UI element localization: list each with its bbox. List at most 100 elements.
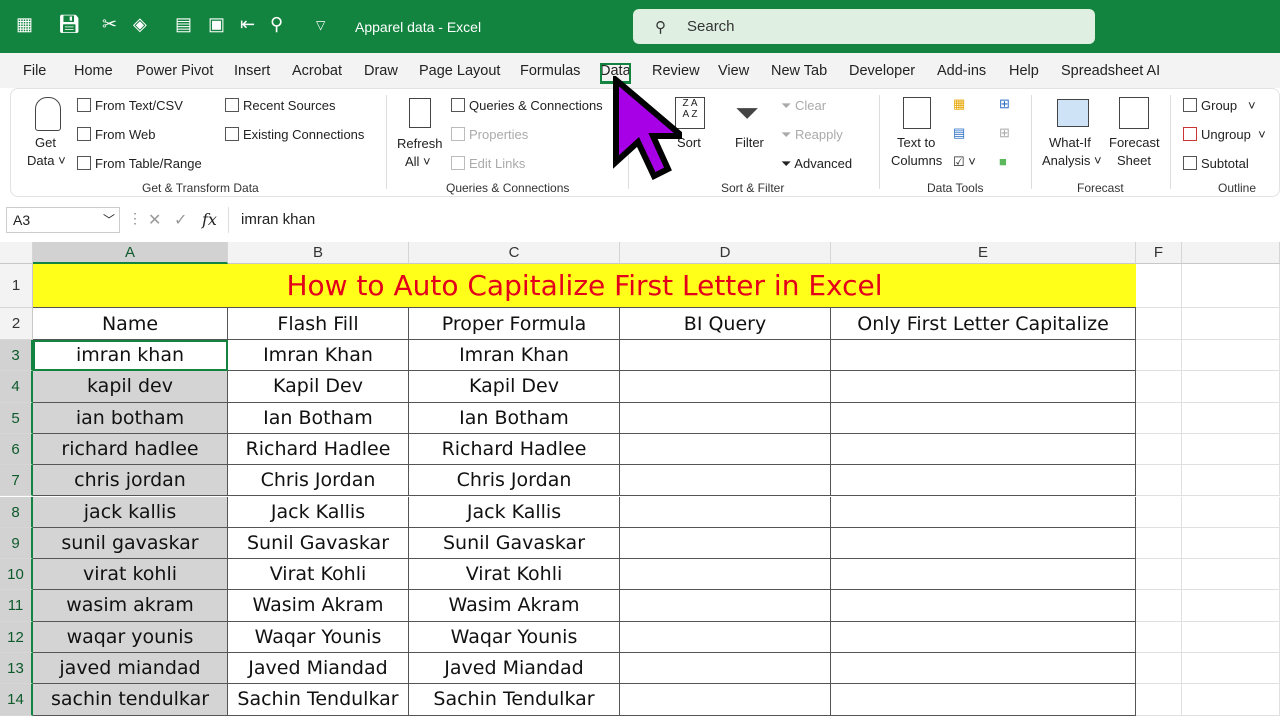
cell[interactable]	[1182, 371, 1280, 403]
data-cell[interactable]: Kapil Dev	[409, 371, 620, 403]
get-data-button[interactable]: Get	[35, 135, 56, 150]
data-cell[interactable]: Sunil Gavaskar	[228, 527, 409, 560]
cell[interactable]	[1182, 340, 1280, 372]
chevron-down-icon[interactable]: ﹀	[103, 211, 115, 228]
data-validation-icon[interactable]: ☑ ˅	[953, 154, 976, 170]
cell[interactable]	[1182, 684, 1280, 716]
name-cell[interactable]: imran khan	[33, 340, 228, 372]
name-cell[interactable]: jack kallis	[33, 496, 228, 528]
find-icon[interactable]: ⚲	[270, 14, 283, 35]
subtotal-button[interactable]: Subtotal	[1183, 156, 1249, 171]
column-header-e[interactable]: E	[831, 242, 1136, 264]
tab-insert[interactable]: Insert	[234, 63, 270, 79]
name-cell[interactable]: chris jordan	[33, 465, 228, 497]
data-cell[interactable]: Wasim Akram	[228, 590, 409, 622]
search-box[interactable]: ⚲ Search	[633, 9, 1095, 44]
cell[interactable]	[1136, 340, 1182, 372]
name-cell[interactable]: richard hadlee	[33, 433, 228, 466]
data-cell[interactable]	[831, 496, 1136, 528]
tab-help[interactable]: Help	[1009, 63, 1039, 79]
cell[interactable]	[1182, 402, 1280, 434]
data-cell[interactable]: Jack Kallis	[228, 496, 409, 528]
header-cell[interactable]: Name	[33, 308, 228, 340]
recent-sources-button[interactable]: Recent Sources	[225, 98, 336, 113]
select-all-corner[interactable]	[0, 242, 33, 264]
row-header-13[interactable]: 13	[0, 653, 33, 685]
header-cell[interactable]: Only First Letter Capitalize	[831, 308, 1136, 340]
row-header-14[interactable]: 14	[0, 684, 33, 716]
edit-links-button[interactable]: Edit Links	[451, 156, 525, 171]
name-cell[interactable]: sachin tendulkar	[33, 684, 228, 716]
cell[interactable]	[1136, 402, 1182, 434]
cell[interactable]	[1182, 465, 1280, 497]
group-button[interactable]: Group ˅	[1183, 98, 1256, 113]
existing-connections-button[interactable]: Existing Connections	[225, 127, 364, 142]
ungroup-button[interactable]: Ungroup ˅	[1183, 127, 1266, 142]
cell[interactable]	[1182, 621, 1280, 653]
data-cell[interactable]	[831, 371, 1136, 403]
text-to-columns-button[interactable]: Text to	[897, 135, 935, 150]
column-header-extra[interactable]	[1182, 242, 1280, 264]
cell[interactable]	[1136, 308, 1182, 340]
name-cell[interactable]: wasim akram	[33, 590, 228, 622]
data-cell[interactable]	[831, 653, 1136, 685]
from-table-button[interactable]: From Table/Range	[77, 156, 202, 171]
data-cell[interactable]: Virat Kohli	[409, 559, 620, 591]
data-cell[interactable]	[620, 496, 831, 528]
row-header-11[interactable]: 11	[0, 590, 33, 622]
row-header-4[interactable]: 4	[0, 371, 33, 403]
column-header-d[interactable]: D	[620, 242, 831, 264]
row-header-12[interactable]: 12	[0, 621, 33, 653]
data-cell[interactable]	[831, 402, 1136, 434]
tab-home[interactable]: Home	[74, 63, 113, 79]
data-cell[interactable]: Waqar Younis	[409, 621, 620, 653]
tab-add-ins[interactable]: Add-ins	[937, 63, 986, 79]
cell[interactable]	[1136, 371, 1182, 403]
row-header-8[interactable]: 8	[0, 496, 33, 528]
data-cell[interactable]	[620, 653, 831, 685]
data-cell[interactable]	[831, 527, 1136, 560]
forecast-sheet-button[interactable]: Forecast	[1109, 135, 1160, 150]
reapply-button[interactable]: ⏷ Reapply	[781, 127, 843, 143]
data-cell[interactable]: Imran Khan	[409, 340, 620, 372]
data-cell[interactable]	[831, 559, 1136, 591]
cancel-icon[interactable]: ✕	[148, 210, 161, 230]
data-cell[interactable]: Virat Kohli	[228, 559, 409, 591]
data-cell[interactable]	[831, 590, 1136, 622]
name-cell[interactable]: kapil dev	[33, 371, 228, 403]
column-header-b[interactable]: B	[228, 242, 409, 264]
data-cell[interactable]: Imran Khan	[228, 340, 409, 372]
data-cell[interactable]	[831, 465, 1136, 497]
tab-draw[interactable]: Draw	[364, 63, 398, 79]
what-if-button[interactable]: What-If	[1049, 135, 1091, 150]
data-cell[interactable]	[620, 371, 831, 403]
consolidate-icon[interactable]: ⊞	[999, 96, 1010, 112]
cell[interactable]	[1182, 527, 1280, 560]
data-cell[interactable]: Ian Botham	[409, 402, 620, 434]
cell[interactable]	[1136, 433, 1182, 466]
refresh-all-dropdown[interactable]: All ˅	[405, 154, 431, 169]
column-header-f[interactable]: F	[1136, 242, 1182, 264]
name-box[interactable]: A3 ﹀	[6, 207, 120, 233]
relationships-icon[interactable]: ⊞	[999, 125, 1010, 141]
enter-icon[interactable]: ✓	[174, 210, 187, 230]
data-cell[interactable]	[620, 433, 831, 466]
data-cell[interactable]: Sunil Gavaskar	[409, 527, 620, 560]
tab-page-layout[interactable]: Page Layout	[419, 63, 500, 79]
cell[interactable]	[1182, 496, 1280, 528]
remove-duplicates-icon[interactable]: ▤	[953, 125, 965, 141]
filter-button[interactable]: Filter	[735, 135, 764, 150]
cut-icon[interactable]: ✂	[102, 14, 117, 35]
picture-icon[interactable]: ▣	[208, 14, 225, 35]
insert-function-icon[interactable]: fx	[202, 210, 217, 229]
tab-file[interactable]: File	[23, 63, 46, 79]
data-cell[interactable]	[620, 621, 831, 653]
data-cell[interactable]: Jack Kallis	[409, 496, 620, 528]
clear-button[interactable]: ⏷ Clear	[781, 98, 826, 114]
title-cell[interactable]: How to Auto Capitalize First Letter in E…	[33, 264, 1136, 308]
data-cell[interactable]	[620, 402, 831, 434]
fill-color-icon[interactable]: ◈	[133, 14, 147, 35]
name-cell[interactable]: javed miandad	[33, 653, 228, 685]
data-cell[interactable]	[831, 684, 1136, 716]
formula-input[interactable]: imran khan	[228, 207, 1280, 233]
